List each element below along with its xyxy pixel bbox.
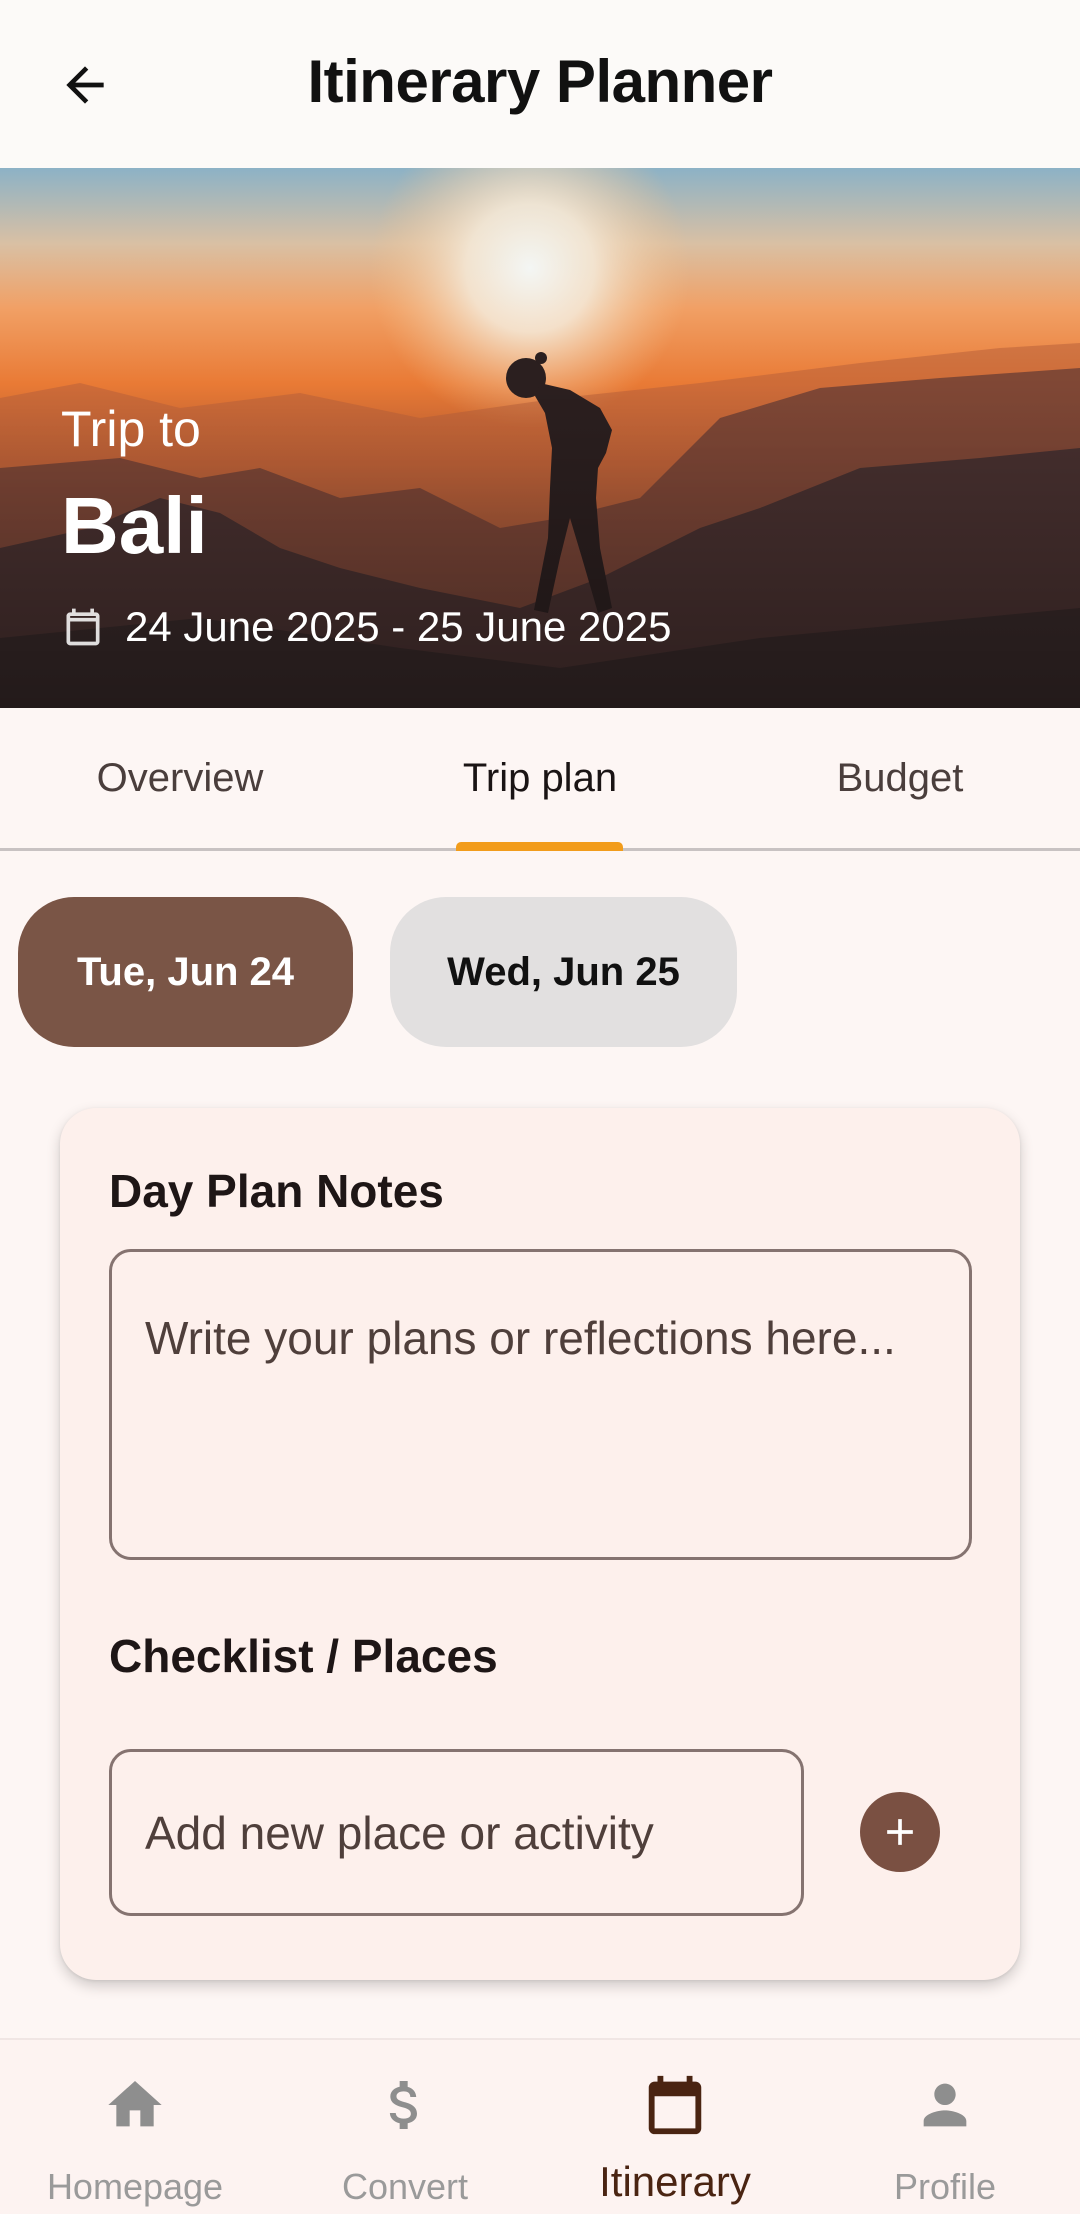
day-plan-notes-heading: Day Plan Notes [109, 1165, 444, 1217]
day-chip-jun-25[interactable]: Wed, Jun 25 [390, 897, 737, 1047]
trip-dates-text: 24 June 2025 - 25 June 2025 [125, 603, 672, 650]
add-circle-icon [887, 1819, 913, 1845]
day-chip-jun-24[interactable]: Tue, Jun 24 [18, 897, 353, 1047]
trip-hero-banner: Trip to Bali 24 June 2025 - 25 June 2025 [0, 168, 1080, 708]
person-icon [923, 2083, 967, 2127]
nav-itinerary[interactable]: Itinerary [540, 2040, 810, 2214]
arrow-left-icon [66, 66, 104, 104]
nav-profile[interactable]: Profile [810, 2040, 1080, 2214]
nav-label-itinerary: Itinerary [599, 2158, 751, 2205]
tab-overview[interactable]: Overview [0, 708, 360, 848]
calendar-icon [648, 2075, 702, 2135]
nav-homepage[interactable]: Homepage [0, 2040, 270, 2214]
day-plan-notes-field[interactable] [109, 1249, 972, 1560]
tab-budget[interactable]: Budget [720, 708, 1080, 848]
trip-to-label: Trip to [61, 401, 201, 457]
page-title: Itinerary Planner [307, 48, 773, 115]
calendar-icon [66, 608, 100, 646]
trip-destination: Bali [61, 481, 208, 570]
add-place-input[interactable] [109, 1749, 804, 1916]
home-icon [108, 2081, 162, 2127]
bottom-navigation: Homepage Convert Itinerary Profile [0, 2038, 1080, 2214]
trip-date-range: 24 June 2025 - 25 June 2025 [61, 603, 671, 651]
checklist-heading: Checklist / Places [109, 1630, 498, 1682]
tab-bar: Overview Trip plan Budget [0, 708, 1080, 851]
back-button[interactable] [50, 50, 120, 120]
day-plan-card: Day Plan Notes Checklist / Places [60, 1108, 1020, 1980]
app-bar: Itinerary Planner [0, 0, 1080, 168]
dollar-icon [389, 2081, 417, 2129]
nav-label-convert: Convert [341, 2166, 469, 2207]
tab-active-indicator [456, 842, 623, 851]
nav-label-homepage: Homepage [46, 2166, 224, 2207]
add-place-button[interactable] [860, 1792, 940, 1872]
nav-convert[interactable]: Convert [270, 2040, 540, 2214]
nav-label-profile: Profile [893, 2166, 997, 2207]
tab-trip-plan[interactable]: Trip plan [360, 708, 720, 848]
